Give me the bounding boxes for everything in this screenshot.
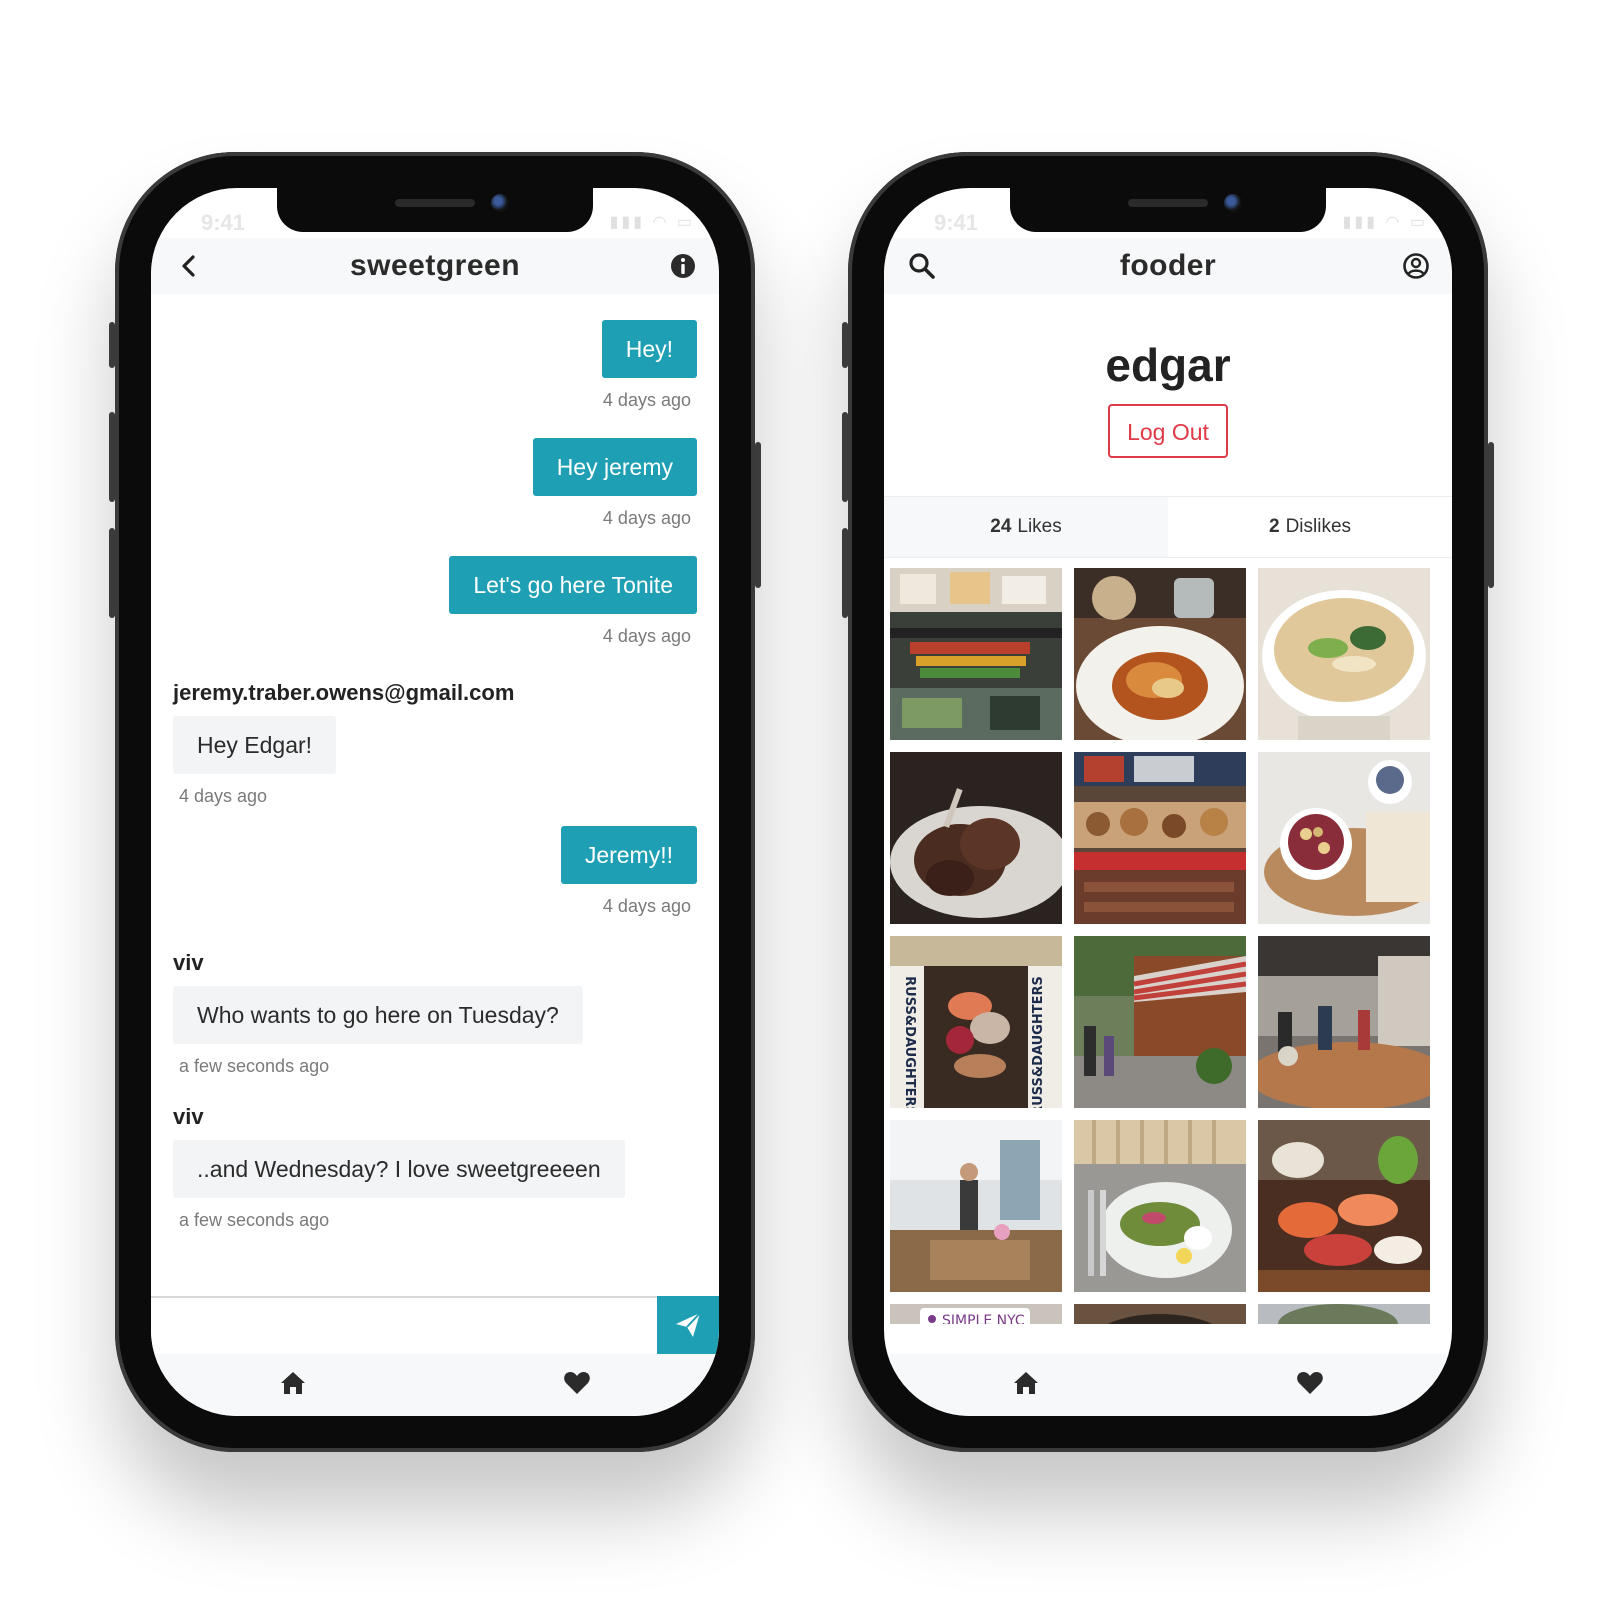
paper-plane-icon — [676, 1312, 701, 1337]
photo-russ-daughters[interactable]: RUSS&DAUGHTERS RUSS&DAUGHTERS — [890, 936, 1062, 1108]
tab-bar — [151, 1354, 719, 1416]
message-bubble[interactable]: Hey jeremy — [532, 438, 697, 496]
message-timestamp: 4 days ago — [602, 896, 691, 916]
message-timestamp: 4 days ago — [602, 626, 691, 646]
message-bubble[interactable]: Hey! — [601, 320, 697, 378]
photo-label-right: RUSS&DAUGHTERS — [1031, 976, 1046, 1108]
notch — [1010, 188, 1326, 232]
tab-bar — [884, 1354, 1452, 1416]
photo-acai-bowl[interactable] — [1258, 752, 1430, 924]
profile-username: edgar — [1105, 339, 1231, 391]
likes-count: 24 — [990, 516, 1012, 537]
message-sender: viv — [173, 1104, 204, 1129]
camera-icon — [1224, 194, 1242, 212]
photo-spaghetti[interactable] — [1074, 568, 1246, 740]
message-timestamp: a few seconds ago — [179, 1210, 330, 1230]
message-sender: viv — [173, 950, 204, 975]
phone-profile: 9:41 ▮▮▮ ◠ ▭ fooder edgar Log Out 24 Lik… — [842, 152, 1494, 1452]
photo-food-hall[interactable] — [1258, 936, 1430, 1108]
message-timestamp: a few seconds ago — [179, 1056, 330, 1076]
photo-plate-partial[interactable] — [1074, 1304, 1246, 1324]
volume-down-button — [842, 528, 848, 618]
logout-button[interactable]: Log Out — [1108, 404, 1228, 458]
status-time: 9:41 — [934, 210, 979, 235]
message-list[interactable]: Hey! 4 days ago Hey jeremy 4 days ago Le… — [151, 294, 719, 1296]
notch — [277, 188, 593, 232]
camera-icon — [491, 194, 509, 212]
photo-soup-bowl[interactable] — [1258, 568, 1430, 740]
status-icons: ▮▮▮ ◠ ▭ — [609, 214, 695, 231]
profile-screen: 9:41 ▮▮▮ ◠ ▭ fooder edgar Log Out 24 Lik… — [884, 188, 1452, 1416]
chat-title: sweetgreen — [349, 249, 521, 282]
photo-avocado-toast[interactable] — [1074, 1120, 1246, 1292]
power-button — [1488, 442, 1494, 588]
message-item: viv ..and Wednesday? I love sweetgreeeen… — [173, 1104, 625, 1231]
profile-header: fooder — [884, 238, 1452, 294]
message-item: jeremy.traber.owens@gmail.com Hey Edgar!… — [173, 680, 514, 807]
chevron-left-icon[interactable] — [173, 250, 205, 282]
message-bubble[interactable]: Who wants to go here on Tuesday? — [173, 986, 583, 1044]
photo-cafe-interior[interactable] — [890, 1120, 1062, 1292]
message-item: viv Who wants to go here on Tuesday? a f… — [173, 950, 583, 1077]
message-item: Hey jeremy 4 days ago — [532, 438, 697, 529]
mute-switch — [109, 322, 115, 368]
message-bubble[interactable]: Let's go here Tonite — [449, 556, 697, 614]
message-bubble[interactable]: Hey Edgar! — [173, 716, 337, 774]
message-item: Hey! 4 days ago — [601, 320, 697, 411]
status-icons: ▮▮▮ ◠ ▭ — [1342, 214, 1428, 231]
message-item: Jeremy!! 4 days ago — [560, 826, 697, 917]
dislikes-label: Dislikes — [1285, 516, 1352, 537]
speaker-grille — [1128, 199, 1208, 207]
message-timestamp: 4 days ago — [602, 508, 691, 528]
speaker-grille — [395, 199, 475, 207]
message-item: Let's go here Tonite 4 days ago — [449, 556, 697, 647]
photo-sign-label: SIMPLE NYC — [942, 1313, 1025, 1324]
photo-label-left: RUSS&DAUGHTERS — [902, 976, 917, 1108]
photo-grid[interactable]: RUSS&DAUGHTERS RUSS&DAUGHTERS SIMPLE NYC — [890, 568, 1432, 1324]
app-title: fooder — [1119, 249, 1217, 282]
message-input[interactable] — [151, 1298, 639, 1352]
heart-icon[interactable] — [1295, 1368, 1325, 1398]
photo-lamb-chops[interactable] — [890, 752, 1062, 924]
mute-switch — [842, 322, 848, 368]
photo-bakery-counter[interactable] — [1074, 752, 1246, 924]
tab-likes[interactable]: 24 Likes — [884, 497, 1168, 557]
tab-dislikes[interactable]: 2 Dislikes — [1168, 497, 1452, 557]
photo-street-storefront[interactable] — [1074, 936, 1246, 1108]
photo-simple-nyc[interactable]: SIMPLE NYC — [890, 1304, 1062, 1324]
volume-down-button — [109, 528, 115, 618]
info-icon[interactable] — [667, 250, 699, 282]
chat-screen: 9:41 ▮▮▮ ◠ ▭ sweetgreen Hey! 4 days ago … — [151, 188, 719, 1416]
dislikes-count: 2 — [1268, 516, 1280, 537]
home-icon[interactable] — [1011, 1368, 1041, 1398]
photo-sushi[interactable] — [1258, 1120, 1430, 1292]
power-button — [755, 442, 761, 588]
likes-label: Likes — [1017, 516, 1062, 537]
user-circle-icon[interactable] — [1400, 250, 1432, 282]
message-timestamp: 4 days ago — [179, 786, 268, 806]
photo-trees-partial[interactable] — [1258, 1304, 1430, 1324]
photo-salad-counter[interactable] — [890, 568, 1062, 740]
home-icon[interactable] — [278, 1368, 308, 1398]
status-time: 9:41 — [201, 210, 246, 235]
message-bubble[interactable]: Jeremy!! — [560, 826, 697, 884]
message-bubble[interactable]: ..and Wednesday? I love sweetgreeeen — [173, 1140, 625, 1198]
message-timestamp: 4 days ago — [602, 390, 691, 410]
heart-icon[interactable] — [562, 1368, 592, 1398]
send-button[interactable] — [657, 1296, 719, 1354]
search-icon[interactable] — [906, 250, 938, 282]
message-sender: jeremy.traber.owens@gmail.com — [173, 680, 515, 705]
message-composer — [151, 1296, 719, 1354]
volume-up-button — [109, 412, 115, 502]
likes-dislikes-tabs: 24 Likes 2 Dislikes — [884, 496, 1452, 558]
volume-up-button — [842, 412, 848, 502]
chat-header: sweetgreen — [151, 238, 719, 294]
phone-chat: 9:41 ▮▮▮ ◠ ▭ sweetgreen Hey! 4 days ago … — [109, 152, 761, 1452]
